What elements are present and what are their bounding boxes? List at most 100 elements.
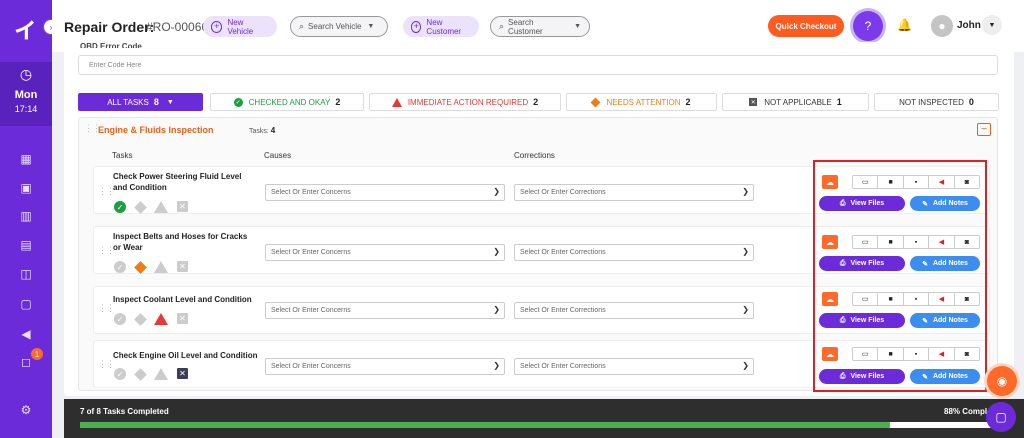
task-name: Inspect Coolant Level and Condition bbox=[113, 295, 252, 304]
image-icon[interactable]: ▭ bbox=[853, 236, 879, 248]
quick-checkout-button[interactable]: Quick Checkout bbox=[768, 15, 844, 37]
filter-immediate-action[interactable]: IMMEDIATE ACTION REQUIRED 2 bbox=[369, 93, 561, 111]
x-square-icon[interactable]: ✕ bbox=[177, 201, 188, 212]
dashboard-icon[interactable]: ▦ bbox=[18, 151, 34, 167]
section-title[interactable]: Engine & Fluids Inspection bbox=[98, 125, 214, 135]
check-circle-icon[interactable]: ✓ bbox=[114, 368, 126, 380]
warning-icon[interactable] bbox=[154, 313, 168, 325]
view-files-button[interactable]: ⎙ View Files bbox=[819, 256, 905, 271]
search-customer-dropdown[interactable]: ⌕ Search Customer ▼ bbox=[490, 16, 590, 37]
user-name[interactable]: John bbox=[957, 20, 981, 31]
column-header-causes: Causes bbox=[264, 151, 292, 160]
avatar[interactable]: ● bbox=[931, 15, 953, 37]
user-menu-chevron-icon[interactable]: ▼ bbox=[982, 15, 1002, 35]
task-name: Inspect Belts and Hoses for Cracks or We… bbox=[113, 232, 248, 252]
filter-checked-okay[interactable]: ✓ CHECKED AND OKAY 2 bbox=[210, 93, 364, 111]
causes-select[interactable]: Select Or Enter Concerns ❯ bbox=[265, 358, 505, 375]
view-files-button[interactable]: ⎙ View Files bbox=[819, 313, 905, 328]
check-circle-icon[interactable]: ✓ bbox=[114, 313, 126, 325]
image-icon[interactable]: ▭ bbox=[853, 348, 879, 360]
x-square-icon[interactable]: ✕ bbox=[177, 261, 188, 272]
filter-label: ALL TASKS bbox=[107, 97, 149, 107]
bag-icon[interactable]: ◫ bbox=[18, 266, 34, 282]
warning-icon[interactable] bbox=[154, 368, 168, 380]
view-files-label: View Files bbox=[850, 317, 885, 324]
filter-not-applicable[interactable]: ✕ NOT APPLICABLE 1 bbox=[722, 93, 869, 111]
collapse-section-button[interactable]: − bbox=[977, 123, 991, 136]
corrections-placeholder: Select Or Enter Corrections bbox=[520, 249, 606, 256]
code-input[interactable]: Enter Code Here bbox=[78, 55, 998, 75]
causes-select[interactable]: Select Or Enter Concerns ❯ bbox=[265, 302, 505, 319]
warning-icon[interactable] bbox=[154, 201, 168, 213]
new-vehicle-label: New Vehicle bbox=[227, 17, 254, 36]
video-icon[interactable]: ■ bbox=[878, 348, 904, 360]
filter-all-tasks[interactable]: ALL TASKS 8 ▼ bbox=[78, 93, 203, 111]
ai-estimate-icon[interactable]: ☁ bbox=[822, 235, 838, 249]
filter-label: NOT INSPECTED bbox=[899, 97, 964, 107]
corrections-select[interactable]: Select Or Enter Corrections ❯ bbox=[514, 244, 754, 261]
add-notes-button[interactable]: ✎ Add Notes bbox=[910, 256, 980, 271]
notes-icon[interactable]: ▢ bbox=[18, 296, 34, 312]
scan-icon[interactable]: ▪ bbox=[904, 293, 930, 305]
board-icon[interactable]: ▥ bbox=[18, 208, 34, 224]
camera-icon[interactable]: ◙ bbox=[955, 348, 979, 360]
warning-icon bbox=[391, 97, 402, 107]
camera-icon[interactable]: ◙ bbox=[955, 236, 979, 248]
causes-select[interactable]: Select Or Enter Concerns ❯ bbox=[265, 184, 505, 201]
video-icon[interactable]: ■ bbox=[878, 236, 904, 248]
chevron-down-icon: ❯ bbox=[742, 305, 749, 314]
x-square-icon[interactable]: ✕ bbox=[177, 313, 188, 324]
audio-icon[interactable]: ◀ bbox=[929, 236, 955, 248]
search-vehicle-dropdown[interactable]: ⌕ Search Vehicle ▼ bbox=[290, 16, 388, 37]
view-files-button[interactable]: ⎙ View Files bbox=[819, 369, 905, 384]
new-customer-button[interactable]: + New Customer bbox=[403, 16, 479, 37]
drag-handle-icon[interactable]: ⋮⋮ bbox=[98, 246, 115, 255]
add-notes-button[interactable]: ✎ Add Notes bbox=[910, 369, 980, 384]
view-files-button[interactable]: ⎙ View Files bbox=[819, 196, 905, 211]
view-files-label: View Files bbox=[850, 260, 885, 267]
filter-not-inspected[interactable]: NOT INSPECTED 0 bbox=[874, 93, 999, 111]
task-name: Check Power Steering Fluid Level and Con… bbox=[113, 172, 242, 192]
corrections-select[interactable]: Select Or Enter Corrections ❯ bbox=[514, 302, 754, 319]
check-circle-icon[interactable]: ✓ bbox=[114, 261, 126, 273]
filter-needs-attention[interactable]: NEEDS ATTENTION 2 bbox=[566, 93, 717, 111]
messages-icon[interactable]: ▢ bbox=[986, 402, 1016, 432]
image-icon[interactable]: ▭ bbox=[853, 176, 879, 188]
corrections-select[interactable]: Select Or Enter Corrections ❯ bbox=[514, 184, 754, 201]
bell-icon[interactable]: 🔔 bbox=[897, 18, 912, 32]
new-vehicle-button[interactable]: + New Vehicle bbox=[203, 16, 277, 37]
scan-icon[interactable]: ▪ bbox=[904, 236, 930, 248]
causes-select[interactable]: Select Or Enter Concerns ❯ bbox=[265, 244, 505, 261]
audio-icon[interactable]: ◀ bbox=[929, 293, 955, 305]
x-square-icon[interactable]: ✕ bbox=[177, 368, 188, 379]
scan-icon[interactable]: ▪ bbox=[904, 176, 930, 188]
x-square-icon: ✕ bbox=[749, 98, 758, 106]
camera-icon[interactable]: ◙ bbox=[955, 293, 979, 305]
video-icon[interactable]: ■ bbox=[878, 293, 904, 305]
clock-widget: ◷ Mon 17:14 bbox=[0, 62, 52, 126]
document-icon[interactable]: ▤ bbox=[18, 237, 34, 253]
help-icon[interactable]: ? bbox=[853, 11, 883, 41]
settings-icon[interactable]: ⚙ bbox=[18, 402, 34, 418]
calendar-icon[interactable]: ▣ bbox=[18, 180, 34, 196]
ai-estimate-icon[interactable]: ☁ bbox=[822, 347, 838, 361]
audio-icon[interactable]: ◀ bbox=[929, 176, 955, 188]
drag-handle-icon[interactable]: ⋮⋮ bbox=[98, 360, 115, 369]
warning-icon[interactable] bbox=[154, 261, 168, 273]
filter-count: 2 bbox=[533, 97, 539, 107]
megaphone-icon[interactable]: ◀ bbox=[18, 326, 34, 342]
scan-icon[interactable]: ▪ bbox=[904, 348, 930, 360]
corrections-select[interactable]: Select Or Enter Corrections ❯ bbox=[514, 358, 754, 375]
image-icon[interactable]: ▭ bbox=[853, 293, 879, 305]
ai-estimate-icon[interactable]: ☁ bbox=[822, 175, 838, 189]
camera-icon[interactable]: ◙ bbox=[955, 176, 979, 188]
support-chat-icon[interactable]: ◉ bbox=[987, 366, 1017, 396]
drag-handle-icon[interactable]: ⋮⋮ bbox=[98, 304, 115, 313]
drag-handle-icon[interactable]: ⋮⋮ bbox=[98, 187, 115, 196]
audio-icon[interactable]: ◀ bbox=[929, 348, 955, 360]
video-icon[interactable]: ■ bbox=[878, 176, 904, 188]
add-notes-button[interactable]: ✎ Add Notes bbox=[910, 313, 980, 328]
check-circle-icon[interactable]: ✓ bbox=[114, 201, 126, 213]
ai-estimate-icon[interactable]: ☁ bbox=[822, 292, 838, 306]
add-notes-button[interactable]: ✎ Add Notes bbox=[910, 196, 980, 211]
